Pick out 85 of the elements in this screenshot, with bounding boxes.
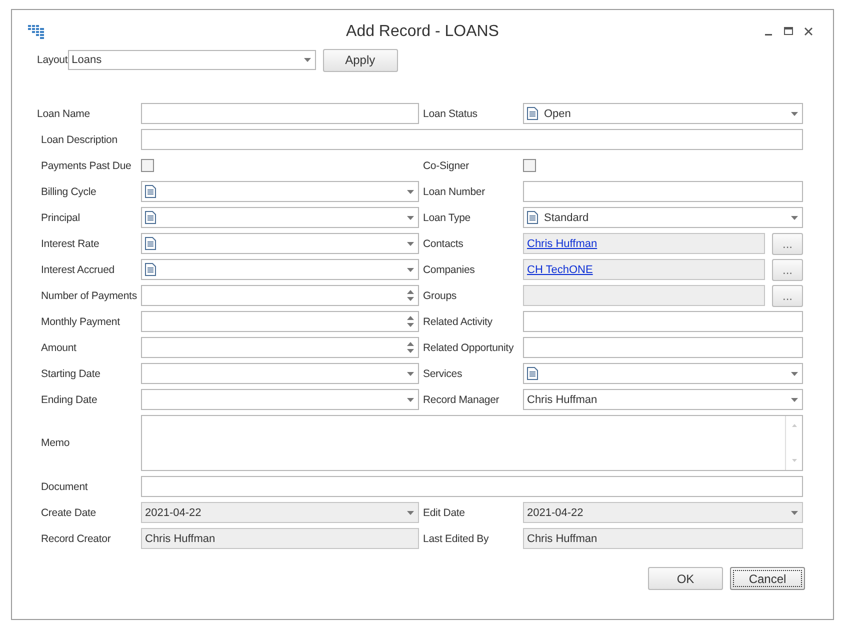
caret-icon xyxy=(791,510,798,514)
spin-field[interactable] xyxy=(141,311,419,332)
text-field[interactable] xyxy=(523,181,803,202)
spinner-icon[interactable] xyxy=(407,342,414,353)
field-label: Loan Status xyxy=(423,106,478,122)
field-label: Edit Date xyxy=(423,506,465,520)
caret-icon xyxy=(304,58,311,62)
field-label: Co-Signer xyxy=(423,158,469,174)
field-label: Contacts xyxy=(423,236,464,252)
field-label: Loan Number xyxy=(423,184,485,200)
field-label: Amount xyxy=(41,340,76,356)
text-field[interactable] xyxy=(523,311,803,332)
field-label: Layout xyxy=(37,53,68,68)
text-field[interactable] xyxy=(141,129,803,150)
caret-icon xyxy=(407,216,414,220)
field-label: Related Opportunity xyxy=(423,340,514,356)
field-label: Loan Type xyxy=(423,210,470,226)
window-title: Add Record - LOANS xyxy=(346,23,499,41)
cancel-button[interactable]: Cancel xyxy=(730,567,805,590)
field-label: Last Edited By xyxy=(423,532,489,546)
field-label: Record Creator xyxy=(41,532,111,546)
scroll-down-icon[interactable] xyxy=(792,459,796,462)
caret-icon xyxy=(407,398,414,402)
dropdown-field[interactable]: Chris Huffman xyxy=(523,389,803,410)
field-label: Create Date xyxy=(41,506,96,520)
text-field[interactable] xyxy=(141,476,803,497)
field-label: Related Activity xyxy=(423,314,492,330)
dropdown-field[interactable] xyxy=(141,207,419,228)
dropdown-field[interactable] xyxy=(141,259,419,280)
caret-icon xyxy=(407,510,414,514)
field-label: Services xyxy=(423,366,462,382)
document-icon xyxy=(527,211,538,224)
checkbox[interactable] xyxy=(523,159,536,172)
text-field[interactable] xyxy=(141,103,419,124)
field-label: Number of Payments xyxy=(41,288,137,304)
field-label: Companies xyxy=(423,262,475,278)
caret-icon xyxy=(407,372,414,376)
field-label: Record Manager xyxy=(423,392,500,408)
document-icon xyxy=(145,211,156,224)
caret-icon xyxy=(791,372,798,376)
field-label: Principal xyxy=(41,210,80,226)
caret-icon xyxy=(791,398,798,402)
apply-button[interactable]: Apply xyxy=(322,48,398,72)
spin-field[interactable] xyxy=(141,337,419,358)
field-label: Groups xyxy=(423,288,457,304)
field-label: Loan Description xyxy=(41,132,118,148)
field-label: Interest Rate xyxy=(41,236,100,252)
document-icon xyxy=(527,367,538,380)
grid-icon xyxy=(28,25,45,39)
caret-icon xyxy=(791,216,798,220)
spin-field[interactable] xyxy=(141,285,419,306)
dropdown-field[interactable] xyxy=(523,363,803,384)
checkbox[interactable] xyxy=(141,159,154,172)
field-label: Ending Date xyxy=(41,392,98,408)
dropdown-field[interactable] xyxy=(141,363,419,384)
ok-button[interactable]: OK xyxy=(648,567,723,590)
document-icon xyxy=(145,263,156,276)
spinner-icon[interactable] xyxy=(407,316,414,327)
scroll-up-icon[interactable] xyxy=(792,424,796,427)
dropdown-field[interactable] xyxy=(141,181,419,202)
document-icon xyxy=(145,237,156,250)
field-label: Monthly Payment xyxy=(41,314,120,330)
field-label: Memo xyxy=(41,436,70,451)
document-icon xyxy=(145,185,156,198)
field-label: Billing Cycle xyxy=(41,184,96,200)
dropdown-field[interactable]: Open xyxy=(523,103,803,124)
document-icon xyxy=(527,107,538,120)
caret-icon xyxy=(791,112,798,116)
memo-field[interactable] xyxy=(141,415,803,471)
dropdown-field[interactable] xyxy=(141,389,419,410)
dropdown-field[interactable]: Standard xyxy=(523,207,803,228)
field-label: Loan Name xyxy=(37,106,90,122)
close-icon[interactable] xyxy=(804,27,813,36)
field-label: Starting Date xyxy=(41,366,100,382)
caret-icon xyxy=(407,242,414,246)
text-field[interactable] xyxy=(523,337,803,358)
layout-dropdown[interactable]: Loans xyxy=(68,50,316,70)
maximize-icon[interactable] xyxy=(784,27,793,36)
field-label: Payments Past Due xyxy=(41,158,132,174)
spinner-icon[interactable] xyxy=(407,290,414,301)
caret-icon xyxy=(407,190,414,194)
caret-icon xyxy=(407,268,414,272)
field-label: Document xyxy=(41,480,88,494)
dropdown-field[interactable] xyxy=(141,233,419,254)
field-label: Interest Accrued xyxy=(41,262,114,278)
